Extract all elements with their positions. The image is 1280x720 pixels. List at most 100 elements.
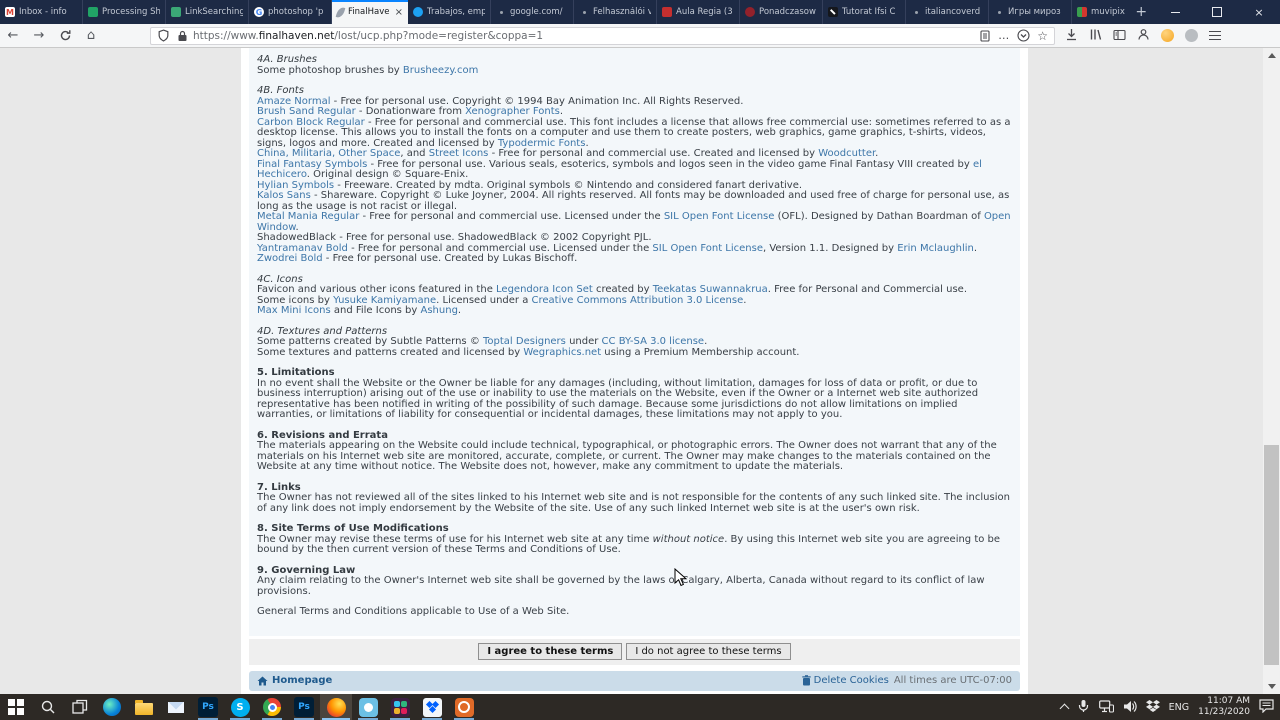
terms-link[interactable]: Zwodrei Bold [257,253,323,264]
home-button[interactable]: ⌂ [78,25,104,47]
taskbar-photoshop-button[interactable]: Ps [192,694,224,720]
terms-link[interactable]: Max Mini Icons [257,305,331,316]
browser-tab[interactable]: FinalHave× [332,0,408,24]
terms-text: General Terms and Conditions applicable … [257,606,569,617]
terms-link[interactable]: China, Militaria, Other Space [257,148,400,159]
terms-link[interactable]: Kalos Sans [257,190,311,201]
menu-hamburger-icon[interactable] [1209,31,1221,41]
browser-tab[interactable]: Felhasználói vez [574,0,657,24]
browser-tab[interactable]: Ponadczasow [740,0,823,24]
taskbar-dropbox-button[interactable] [416,694,448,720]
network-devices-icon[interactable] [1099,698,1114,717]
dropbox-tray-icon[interactable] [1146,698,1160,717]
terms-link[interactable]: Woodcutter [818,148,875,159]
terms-link[interactable]: SIL Open Font License [664,211,775,222]
terms-link[interactable]: Brusheezy.com [403,65,478,76]
terms-link[interactable]: SIL Open Font License [652,243,763,254]
terms-link[interactable]: Legendora Icon Set [496,284,593,295]
taskbar-slack-button[interactable] [384,694,416,720]
tracking-shield-icon[interactable] [157,29,170,42]
browser-tab[interactable]: Aula Regia (3 [657,0,740,24]
terms-link[interactable]: Erin Mclaughlin [897,243,974,254]
homepage-link[interactable]: Homepage [257,675,332,686]
zoom-icon [359,698,378,717]
delete-cookies-link[interactable]: Delete Cookies [802,675,889,686]
page-actions-icon[interactable]: … [998,29,1010,42]
terms-link[interactable]: CC BY-SA 3.0 license [602,336,705,347]
terms-link[interactable]: Typodermic Fonts [498,138,586,149]
taskbar-file-explorer-button[interactable] [128,694,160,720]
terms-link[interactable]: Carbon Block Regular [257,117,365,128]
terms-link[interactable]: Ashung [421,305,458,316]
tab-close-icon[interactable]: × [395,7,403,18]
terms-link[interactable]: Brush Sand Regular [257,106,356,117]
terms-link[interactable]: Xenographer Fonts [465,106,560,117]
microphone-icon[interactable] [1077,698,1090,717]
taskbar-zoom-button[interactable] [352,694,384,720]
browser-tab[interactable]: muvipix Com [1072,0,1128,24]
pocket-icon[interactable] [1017,29,1030,42]
terms-link[interactable]: Teekatas Suwannakrua [653,284,768,295]
browser-tab[interactable]: Tutorat Ifsi C [823,0,906,24]
downloads-icon[interactable] [1065,26,1078,45]
taskbar-firefox-button[interactable] [320,694,352,720]
terms-line: Some photoshop brushes by Brusheezy.com [257,66,1012,77]
maximize-button[interactable] [1196,0,1238,24]
minimize-button[interactable] [1154,0,1196,24]
url-bar[interactable]: https://www.finalhaven.net/lost/ucp.php?… [150,27,1055,45]
scrollbar[interactable] [1263,48,1280,694]
terms-link[interactable]: Final Fantasy Symbols [257,159,367,170]
close-button[interactable]: × [1238,0,1280,24]
account-icon[interactable] [1137,26,1150,45]
back-button[interactable]: ← [0,25,26,47]
action-center-icon[interactable] [1259,698,1274,717]
reload-button[interactable] [52,25,78,47]
browser-tab[interactable]: Gphotoshop 'p [249,0,332,24]
browser-tab[interactable]: LinkSearching [166,0,249,24]
terms-link[interactable]: Wegraphics.net [523,347,601,358]
lock-icon[interactable] [177,30,188,42]
scrollbar-down-arrow[interactable] [1263,679,1280,694]
taskbar-photoshop-2-button[interactable]: Ps [288,694,320,720]
terms-line: Carbon Block Regular - Free for personal… [257,118,1012,150]
terms-link[interactable]: Yusuke Kamiyamane [333,295,436,306]
sidebar-toggle-icon[interactable] [1113,26,1126,45]
extension-orange-icon[interactable] [1161,29,1174,42]
clock[interactable]: 11:07 AM 11/23/2020 [1198,696,1250,718]
taskbar-screen-recorder-button[interactable] [448,694,480,720]
terms-link[interactable]: Toptal Designers [483,336,566,347]
terms-link[interactable]: Metal Mania Regular [257,211,359,222]
browser-tab[interactable]: MInbox - info [0,0,83,24]
browser-tab[interactable]: italiancoverd [906,0,989,24]
taskbar-start-button[interactable] [0,694,32,720]
bookmark-star-icon[interactable]: ☆ [1037,29,1048,43]
library-icon[interactable] [1089,26,1102,45]
browser-tab[interactable]: Processing Sh [83,0,166,24]
reader-mode-icon[interactable] [979,30,991,42]
agree-button[interactable]: I agree to these terms [478,643,622,660]
taskbar-search-button[interactable] [32,694,64,720]
terms-link[interactable]: Creative Commons Attribution 3.0 License [532,295,744,306]
browser-tab[interactable]: Trabajos, emp [408,0,491,24]
extension-globe-icon[interactable] [1185,29,1198,42]
input-language-indicator[interactable]: ENG [1169,702,1189,713]
browser-tab[interactable]: google.com/ [491,0,574,24]
disagree-button[interactable]: I do not agree to these terms [626,643,790,660]
taskbar-edge-button[interactable] [96,694,128,720]
new-tab-button[interactable]: + [1128,0,1154,24]
terms-link[interactable]: Yantramanav Bold [257,243,348,254]
taskbar-task-view-button[interactable] [64,694,96,720]
terms-link[interactable]: Hylian Symbols [257,180,334,191]
scrollbar-thumb[interactable] [1264,445,1279,665]
browser-tab[interactable]: Игры мироз [989,0,1072,24]
taskbar-chrome-button[interactable] [256,694,288,720]
volume-icon[interactable] [1123,698,1137,717]
terms-link[interactable]: Street Icons [429,148,489,159]
taskbar-skype-button[interactable]: S [224,694,256,720]
scrollbar-up-arrow[interactable] [1263,48,1280,63]
homepage-label: Homepage [272,675,332,686]
tray-expand-icon[interactable] [1059,704,1069,714]
taskbar-mail-button[interactable] [160,694,192,720]
terms-link[interactable]: Amaze Normal [257,96,330,107]
forward-button[interactable]: → [26,25,52,47]
